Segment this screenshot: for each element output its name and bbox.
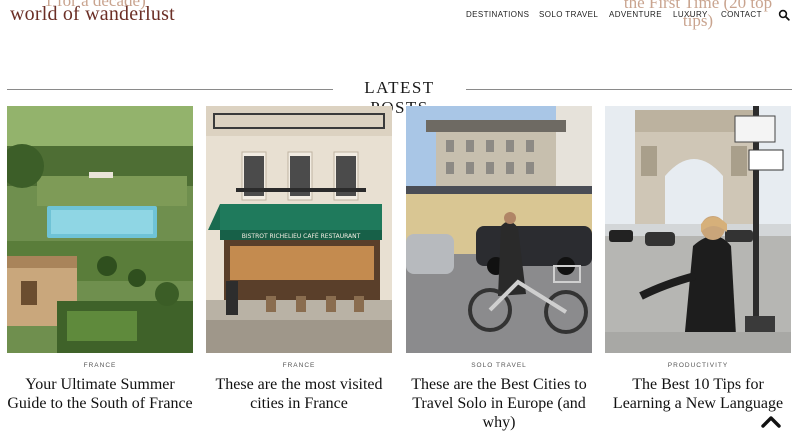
latest-posts-header: LATEST POSTS bbox=[0, 78, 800, 117]
post-title[interactable]: These are the Best Cities to Travel Solo… bbox=[406, 375, 592, 432]
post-title[interactable]: The Best 10 Tips for Learning a New Lang… bbox=[605, 375, 791, 413]
nav-item-solo-travel[interactable]: SOLO TRAVEL bbox=[539, 10, 598, 19]
post-category[interactable]: FRANCE bbox=[206, 362, 392, 369]
post-card: BISTROT RICHELIEU CAFÉ RESTAURANT FRANCE… bbox=[206, 106, 392, 413]
cafe-sign-text: BISTROT RICHELIEU CAFÉ RESTAURANT bbox=[242, 232, 361, 240]
post-title[interactable]: These are the most visited cities in Fra… bbox=[206, 375, 392, 413]
post-card: SOLO TRAVEL These are the Best Cities to… bbox=[406, 106, 592, 432]
post-category[interactable]: PRODUCTIVITY bbox=[605, 362, 791, 369]
main-nav: DESTINATIONS SOLO TRAVEL ADVENTURE LUXUR… bbox=[0, 10, 800, 24]
nav-item-destinations[interactable]: DESTINATIONS bbox=[466, 10, 529, 19]
divider bbox=[466, 89, 792, 90]
paris-cafe-restaurant-photo: BISTROT RICHELIEU CAFÉ RESTAURANT bbox=[206, 106, 392, 353]
arc-de-triomphe-woman-photo bbox=[605, 106, 791, 353]
post-category[interactable]: FRANCE bbox=[7, 362, 193, 369]
post-card: PRODUCTIVITY The Best 10 Tips for Learni… bbox=[605, 106, 791, 413]
nav-item-luxury[interactable]: LUXURY bbox=[673, 10, 708, 19]
divider bbox=[7, 89, 333, 90]
post-card: FRANCE Your Ultimate Summer Guide to the… bbox=[7, 106, 193, 413]
garden-pool-villa-photo bbox=[7, 106, 193, 353]
chevron-up-icon[interactable] bbox=[760, 414, 782, 428]
post-thumbnail[interactable] bbox=[7, 106, 193, 353]
nav-item-adventure[interactable]: ADVENTURE bbox=[609, 10, 662, 19]
post-thumbnail[interactable] bbox=[605, 106, 791, 353]
post-title[interactable]: Your Ultimate Summer Guide to the South … bbox=[7, 375, 193, 413]
woman-cycling-street-photo bbox=[406, 106, 592, 353]
nav-item-contact[interactable]: CONTACT bbox=[721, 10, 762, 19]
search-icon[interactable] bbox=[778, 9, 790, 21]
post-thumbnail[interactable]: BISTROT RICHELIEU CAFÉ RESTAURANT bbox=[206, 106, 392, 353]
post-category[interactable]: SOLO TRAVEL bbox=[406, 362, 592, 369]
post-thumbnail[interactable] bbox=[406, 106, 592, 353]
